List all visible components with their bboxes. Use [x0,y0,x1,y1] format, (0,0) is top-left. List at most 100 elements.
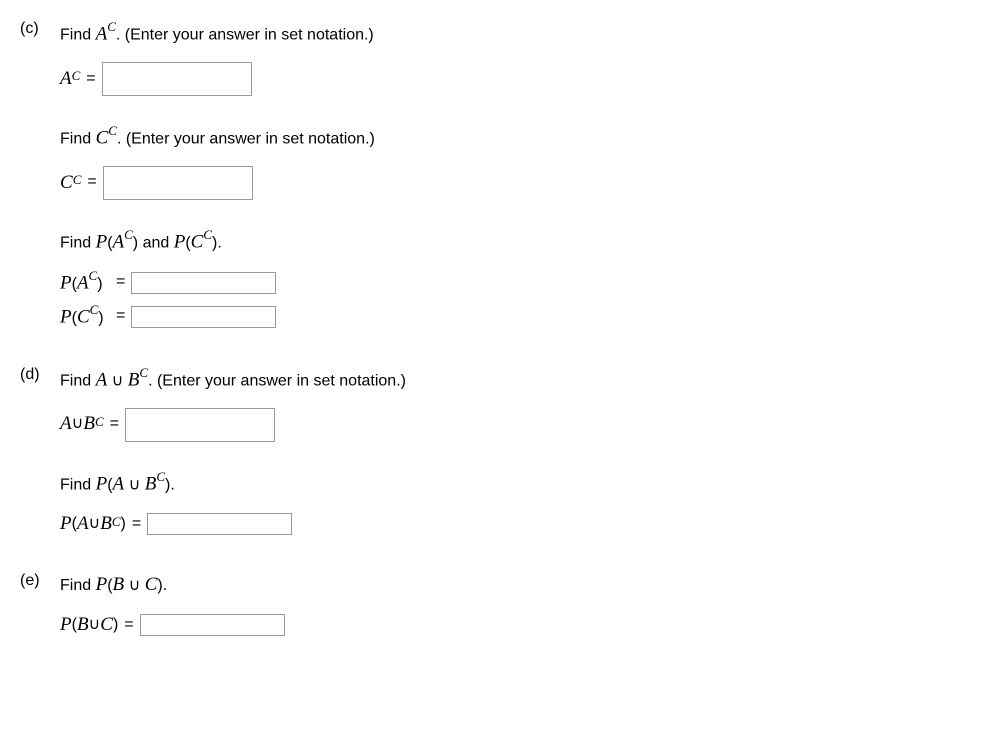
var-C: C [77,306,90,327]
equals: = [116,306,125,327]
equation-row-c3a: P(AC) = [60,270,964,296]
var-P: P [60,306,72,327]
paren: ) [98,309,103,326]
input-pac[interactable] [131,272,276,294]
part-d: (d) Find A ∪ BC. (Enter your answer in s… [20,366,964,565]
var-A: A [77,512,89,537]
sup-C: C [156,469,165,484]
lhs-var: C [60,171,73,196]
equals: = [86,69,95,90]
var-P: P [96,574,108,595]
text: Find [60,130,96,147]
equals: = [110,414,119,435]
var-B: B [100,512,112,537]
var-B: B [145,473,157,494]
input-ac[interactable] [102,62,252,96]
part-c: (c) Find AC. (Enter your answer in set n… [20,20,964,358]
equation-row-c3b: P(CC) = [60,304,964,330]
var-P: P [96,231,108,252]
block-c1: Find AC. (Enter your answer in set notat… [60,20,964,96]
var-C: C [145,574,158,595]
equation-row-d2: P(A ∪ BC) = [60,512,964,537]
text: . (Enter your answer in set notation.) [117,130,375,147]
block-d2: Find P(A ∪ BC). P(A ∪ BC) = [60,470,964,537]
paren: ). [212,234,222,251]
part-d-label: (d) [20,366,60,384]
var-P: P [60,272,72,293]
sup-C: C [124,227,133,242]
paren: ) [113,615,118,636]
input-cc[interactable] [103,166,253,200]
var-A: A [113,473,125,494]
text: Find [60,577,96,594]
input-aubc[interactable] [125,408,275,442]
paren: ) [97,275,102,292]
paren: ) [121,514,126,535]
lhs-var: A [60,67,72,92]
var-A: A [96,23,108,44]
sup-C: C [89,268,98,283]
equals: = [124,615,133,636]
var-A: A [96,369,108,390]
var-B: B [83,412,95,437]
sup-C: C [108,123,117,138]
union: ∪ [107,372,128,389]
prompt-d1: Find A ∪ BC. (Enter your answer in set n… [60,366,964,394]
prompt-c2: Find CC. (Enter your answer in set notat… [60,124,964,152]
union: ∪ [89,514,101,535]
equation-row-c2: CC = [60,166,964,200]
var-P: P [174,231,186,252]
sup-C: C [139,365,148,380]
var-A: A [60,412,72,437]
equation-row-d1: A ∪ BC = [60,408,964,442]
union: ∪ [124,577,145,594]
var-P: P [96,473,108,494]
union: ∪ [89,615,101,636]
prompt-e1: Find P(B ∪ C). [60,572,964,599]
equation-row-c1: AC = [60,62,964,96]
text: . (Enter your answer in set notation.) [148,372,406,389]
var-B: B [128,369,140,390]
prompt-c3: Find P(AC) and P(CC). [60,228,964,256]
text: Find [60,372,96,389]
sup-C: C [112,514,121,531]
var-B: B [77,613,89,638]
lhs-sup: C [72,68,81,85]
var-P: P [60,613,72,638]
sup-C: C [90,302,99,317]
part-e: (e) Find P(B ∪ C). P(B ∪ C) = [20,572,964,665]
var-A: A [77,272,89,293]
block-c3: Find P(AC) and P(CC). P(AC) = P(CC) = [60,228,964,330]
var-C: C [191,231,204,252]
input-pcc[interactable] [131,306,276,328]
block-e1: Find P(B ∪ C). P(B ∪ C) = [60,572,964,637]
var-A: A [113,231,125,252]
part-c-label: (c) [20,20,60,38]
text: Find [60,234,96,251]
input-pbuc[interactable] [140,614,285,636]
equation-row-e1: P(B ∪ C) = [60,613,964,638]
paren: ). [157,577,167,594]
paren: ). [165,476,175,493]
text: Find [60,476,96,493]
text: Find [60,26,96,43]
prompt-c1: Find AC. (Enter your answer in set notat… [60,20,964,48]
block-c2: Find CC. (Enter your answer in set notat… [60,124,964,200]
sup-C: C [203,227,212,242]
var-P: P [60,512,72,537]
equals: = [132,514,141,535]
text: and [138,234,174,251]
prompt-d2: Find P(A ∪ BC). [60,470,964,498]
block-d1: Find A ∪ BC. (Enter your answer in set n… [60,366,964,442]
equals: = [87,172,96,193]
part-c-content: Find AC. (Enter your answer in set notat… [60,20,964,358]
sup-C: C [107,19,116,34]
part-e-label: (e) [20,572,60,590]
sup-C: C [95,414,104,431]
equals: = [116,272,125,293]
part-d-content: Find A ∪ BC. (Enter your answer in set n… [60,366,964,565]
var-C: C [100,613,113,638]
var-C: C [96,127,109,148]
part-e-content: Find P(B ∪ C). P(B ∪ C) = [60,572,964,665]
input-paubc[interactable] [147,513,292,535]
